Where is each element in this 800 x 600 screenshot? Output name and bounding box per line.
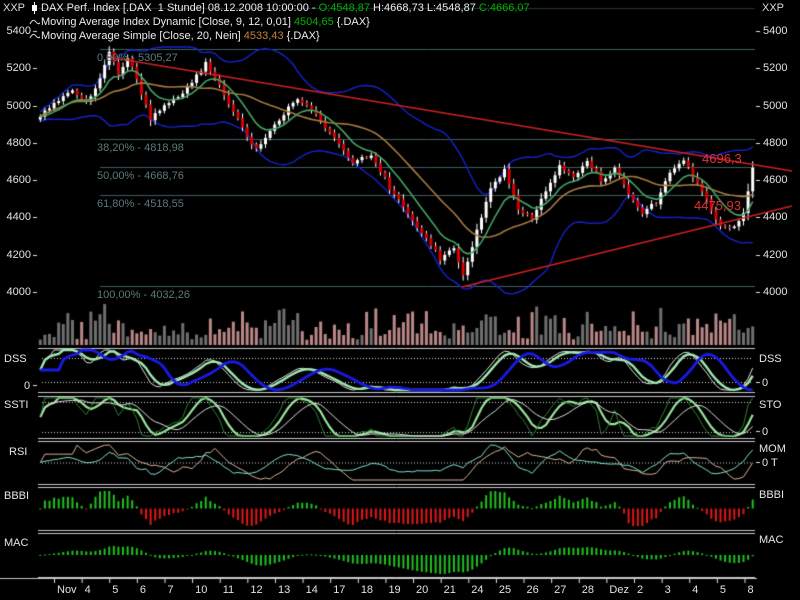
price-axis-label: 4400 xyxy=(6,211,31,223)
legend-ma-simple-row[interactable]: Moving Average Simple [Close, 20, Nein] … xyxy=(29,29,530,43)
ma-dynamic-name: Moving Average Index Dynamic [Close, 9, … xyxy=(41,16,294,28)
date-axis-label: 5 xyxy=(112,584,119,596)
price-axis-label: 5400 xyxy=(6,25,31,37)
candlestick-icon xyxy=(29,2,40,14)
date-axis-label: 4 xyxy=(84,584,91,596)
price-axis-label: 5200 xyxy=(763,62,788,74)
open-value: O:4548,87 xyxy=(318,2,370,14)
price-axis-label: 4600 xyxy=(763,174,788,186)
date-axis-label: 18 xyxy=(360,584,374,596)
axis-corner-label-right: XXP xyxy=(762,2,785,14)
date-axis-label: 27 xyxy=(554,584,567,596)
panel-label-dss-right: DSS xyxy=(759,353,782,365)
date-axis-label: 25 xyxy=(498,584,512,596)
trendline-price-annotation-lower: 4475,93 xyxy=(694,198,741,213)
date-axis-label: Nov xyxy=(57,584,77,596)
fib-level-label-100: 100,00% - 4032,26 xyxy=(97,289,190,301)
price-axis-label: 4800 xyxy=(763,137,788,149)
price-axis-label: 5000 xyxy=(6,100,31,112)
panel-label-bbbi-right: BBBI xyxy=(759,489,785,501)
close-value: C:4666,07 xyxy=(478,2,530,14)
date-axis-label: 3 xyxy=(664,584,671,596)
panel-label-sto-right: STO xyxy=(759,399,782,411)
price-axis-label: 4200 xyxy=(763,249,788,261)
ma-dynamic-value: 4504,65 xyxy=(293,16,334,28)
charting-app-window: XXP XXP DAX Perf. Index [.DAX 1 Stunde] … xyxy=(0,0,800,600)
date-axis-label: 21 xyxy=(443,584,456,596)
panel-label-mom-right: MOM xyxy=(759,443,786,455)
legend: DAX Perf. Index [.DAX 1 Stunde] 08.12.20… xyxy=(29,1,530,43)
date-axis-label: 6 xyxy=(139,584,146,596)
panel-label-mac-right: MAC xyxy=(759,534,784,546)
date-axis-label: 14 xyxy=(305,584,318,596)
date-axis-label: 26 xyxy=(526,584,539,596)
date-axis-label: 12 xyxy=(250,584,263,596)
legend-instrument-row[interactable]: DAX Perf. Index [.DAX 1 Stunde] 08.12.20… xyxy=(29,1,530,15)
price-axis-label: 4000 xyxy=(6,286,31,298)
date-axis-label: 4 xyxy=(692,584,699,596)
date-axis-label: 28 xyxy=(581,584,595,596)
panel-label-mac-left: MAC xyxy=(4,537,29,549)
date-axis-label: 24 xyxy=(471,584,484,596)
ma-simple-value: 4533,43 xyxy=(243,30,284,42)
ma-dynamic-suffix: {.DAX} xyxy=(333,16,370,28)
date-axis-label: Dez xyxy=(609,584,629,596)
date-axis-label: 19 xyxy=(388,584,401,596)
date-axis-label: 13 xyxy=(277,584,291,596)
trendline-price-annotation-upper: 4696,3 xyxy=(702,151,742,166)
price-axis-label: 4000 xyxy=(763,286,788,298)
date-axis-label: 8 xyxy=(747,584,754,596)
price-axis-label: 4200 xyxy=(6,249,31,261)
panel-label-bbbi-left: BBBI xyxy=(4,490,30,502)
panel-tick-mom-right: 0 T xyxy=(762,457,778,469)
price-axis-label: 4800 xyxy=(6,137,31,149)
fib-level-label-61: 61,80% - 4518,55 xyxy=(97,198,184,210)
fib-level-label-38: 38,20% - 4818,98 xyxy=(97,142,184,154)
price-axis-label: 5400 xyxy=(763,25,788,37)
panel-label-ssti-left: SSTI xyxy=(4,399,29,411)
price-axis-label: 4400 xyxy=(763,211,788,223)
panel-label-dss-left: DSS xyxy=(4,353,27,365)
fib-level-label-50: 50,00% - 4668,76 xyxy=(97,170,184,182)
panel-tick-dss-right: 0 xyxy=(762,377,769,389)
price-axis-label: 5000 xyxy=(763,100,788,112)
ma-simple-name: Moving Average Simple [Close, 20, Nein] xyxy=(41,30,244,42)
price-axis-label: 5200 xyxy=(6,62,31,74)
legend-ma-dynamic-row[interactable]: Moving Average Index Dynamic [Close, 9, … xyxy=(29,15,530,29)
axis-corner-label-left: XXP xyxy=(3,2,26,14)
panel-label-rsi-left: RSI xyxy=(9,446,28,458)
date-axis-label: 17 xyxy=(333,584,346,596)
date-axis-label: 10 xyxy=(195,584,208,596)
panel-tick-dss-left: 0 xyxy=(24,380,31,392)
instrument-title: DAX Perf. Index [.DAX 1 Stunde] 08.12.20… xyxy=(41,2,319,14)
date-axis-label: 11 xyxy=(222,584,235,596)
fib-level-label-0: 0,00% - 5305,27 xyxy=(97,52,178,64)
date-axis-label: 2 xyxy=(637,584,644,596)
date-axis-label: 7 xyxy=(167,584,174,596)
high-low-values: H:4668,73 L:4548,87 xyxy=(370,2,479,14)
price-axis-label: 4600 xyxy=(6,174,31,186)
date-axis-label: 20 xyxy=(416,584,429,596)
date-axis-label: 5 xyxy=(719,584,726,596)
ma-simple-suffix: {.DAX} xyxy=(283,30,320,42)
panel-tick-sto-right: 0 xyxy=(762,426,769,438)
